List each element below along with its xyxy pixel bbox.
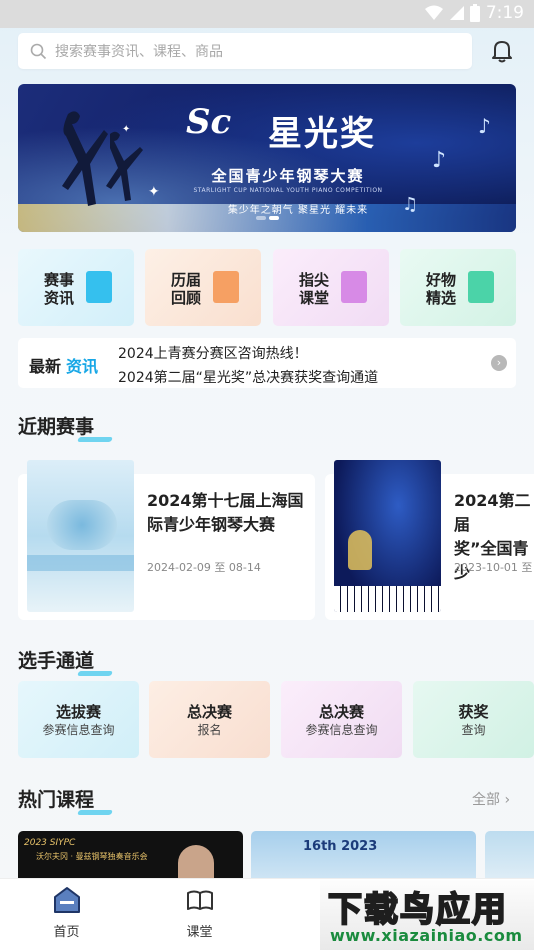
banner-title: 星光奖 xyxy=(268,114,376,154)
channel-final-signup[interactable]: 总决赛 报名 xyxy=(149,681,270,758)
search-icon xyxy=(30,43,47,59)
quick-access-label: 好物精选 xyxy=(426,271,457,307)
event-date: 2023-10-01 至 xyxy=(454,561,533,574)
event-poster xyxy=(334,460,441,612)
tab-label: 课堂 xyxy=(186,925,213,940)
section-title-text: 选手通道 xyxy=(18,650,95,672)
section-title-player-channel: 选手通道 xyxy=(18,646,113,676)
quick-access-label: 赛事资讯 xyxy=(44,271,75,307)
event-date: 2024-02-09 至 08-14 xyxy=(147,561,261,574)
watermark-url: www.xiazainiao.com xyxy=(330,926,523,945)
signal-icon xyxy=(449,6,464,20)
quick-access-label: 历届回顾 xyxy=(171,271,202,307)
quick-access-shop[interactable]: 好物精选 xyxy=(400,249,516,326)
channel-title: 获奖 xyxy=(458,703,489,721)
channel-final-query[interactable]: 总决赛 参赛信息查询 xyxy=(281,681,402,758)
news-icon xyxy=(86,271,112,303)
channel-subtitle: 报名 xyxy=(197,723,222,737)
channel-award-query[interactable]: 获奖 查询 xyxy=(413,681,534,758)
section-title-recent-events: 近期赛事 xyxy=(18,412,113,442)
news-item[interactable]: 2024第二届“星光奖”总决赛获奖查询通道 xyxy=(118,367,378,387)
history-icon xyxy=(213,271,239,303)
course-caption: 16th 2023 xyxy=(303,839,378,854)
event-name-line: 2024第十七届上海国 xyxy=(147,491,304,510)
banner-subtitle: 全国青少年钢琴大赛 xyxy=(211,167,365,185)
silhouette-figures xyxy=(62,111,143,206)
quick-access-news[interactable]: 赛事资讯 xyxy=(18,249,134,326)
channel-qualifier-query[interactable]: 选拔赛 参赛信息查询 xyxy=(18,681,139,758)
channel-title: 总决赛 xyxy=(318,703,364,721)
channel-subtitle: 参赛信息查询 xyxy=(42,723,115,737)
quick-access-class[interactable]: 指尖课堂 xyxy=(273,249,389,326)
tab-home[interactable]: 首页 xyxy=(0,879,133,950)
carousel-dot[interactable] xyxy=(269,216,279,220)
event-name-line: 际青少年钢琴大赛 xyxy=(147,515,276,534)
chevron-right-icon: › xyxy=(504,792,511,808)
banner-subtitle-en: STARLIGHT CUP NATIONAL YOUTH PIANO COMPE… xyxy=(193,187,383,194)
quick-access-label: 指尖课堂 xyxy=(299,271,330,307)
channel-title: 选拔赛 xyxy=(55,703,101,721)
watermark: 下载鸟应用 www.xiazainiao.com xyxy=(320,880,534,950)
event-card[interactable]: 2024第二届 奖”全国青少 2023-10-01 至 xyxy=(325,460,534,620)
search-row: 搜索赛事资讯、课程、商品 xyxy=(18,33,516,69)
tab-classroom[interactable]: 课堂 xyxy=(133,879,266,950)
tab-label: 首页 xyxy=(53,925,80,940)
gift-icon xyxy=(468,271,494,303)
music-note-icon: ♫ xyxy=(402,194,419,215)
star-icon: ✦ xyxy=(148,184,160,200)
event-name: 2024第十七届上海国 际青少年钢琴大赛 xyxy=(147,489,304,537)
search-input[interactable]: 搜索赛事资讯、课程、商品 xyxy=(18,33,472,69)
course-caption-sub: 沃尔夫冈 · 曼兹钢琴独奏音乐会 xyxy=(36,852,148,861)
search-placeholder: 搜索赛事资讯、课程、商品 xyxy=(55,44,223,60)
book-icon xyxy=(341,271,367,303)
chevron-right-icon[interactable]: › xyxy=(491,355,507,371)
carousel-dot-active[interactable] xyxy=(256,216,266,220)
poster-figure xyxy=(348,530,372,570)
battery-icon xyxy=(469,4,480,22)
banner-carousel[interactable]: Sc 星光奖 全国青少年钢琴大赛 STARLIGHT CUP NATIONAL … xyxy=(18,84,516,232)
channel-title: 总决赛 xyxy=(186,703,232,721)
home-icon xyxy=(54,887,80,913)
news-tag-accent: 资讯 xyxy=(66,357,99,376)
music-note-icon: ♪ xyxy=(432,148,447,173)
poster-piano xyxy=(334,586,441,612)
watermark-text: 下载鸟应用 xyxy=(327,889,508,931)
channel-subtitle: 查询 xyxy=(461,723,486,737)
channel-subtitle: 参赛信息查询 xyxy=(305,723,378,737)
event-card[interactable]: 2024第十七届上海国 际青少年钢琴大赛 2024-02-09 至 08-14 xyxy=(18,460,315,620)
quick-access-review[interactable]: 历届回顾 xyxy=(145,249,261,326)
news-ticker[interactable]: 最新 资讯 2024上青赛分赛区咨询热线！ 2024第二届“星光奖”总决赛获奖查… xyxy=(18,338,516,388)
course-caption: 2023 SIYPC xyxy=(24,838,76,848)
news-tag: 最新 xyxy=(29,357,62,376)
news-item[interactable]: 2024上青赛分赛区咨询热线！ xyxy=(118,343,308,363)
view-all-label: 全部 xyxy=(472,792,500,808)
poster-art xyxy=(47,500,117,550)
banner-slogan: 集少年之朝气 聚星光 耀未来 xyxy=(227,205,369,216)
section-title-hot-courses: 热门课程 xyxy=(18,785,113,815)
wifi-icon xyxy=(424,5,443,20)
book-open-icon xyxy=(187,890,213,910)
view-all-link[interactable]: 全部 › xyxy=(472,789,510,809)
banner-logo: Sc xyxy=(186,102,232,142)
event-poster xyxy=(27,460,134,612)
section-title-text: 热门课程 xyxy=(18,789,95,811)
status-time: 7:19 xyxy=(485,3,524,23)
star-icon: ✦ xyxy=(122,124,131,135)
status-bar: 7:19 xyxy=(0,0,534,28)
music-note-icon: ♪ xyxy=(478,114,491,138)
event-name-line: 2024第二届 xyxy=(454,491,531,534)
bell-icon[interactable] xyxy=(487,36,517,66)
poster-band xyxy=(27,555,134,571)
section-title-text: 近期赛事 xyxy=(18,416,95,438)
